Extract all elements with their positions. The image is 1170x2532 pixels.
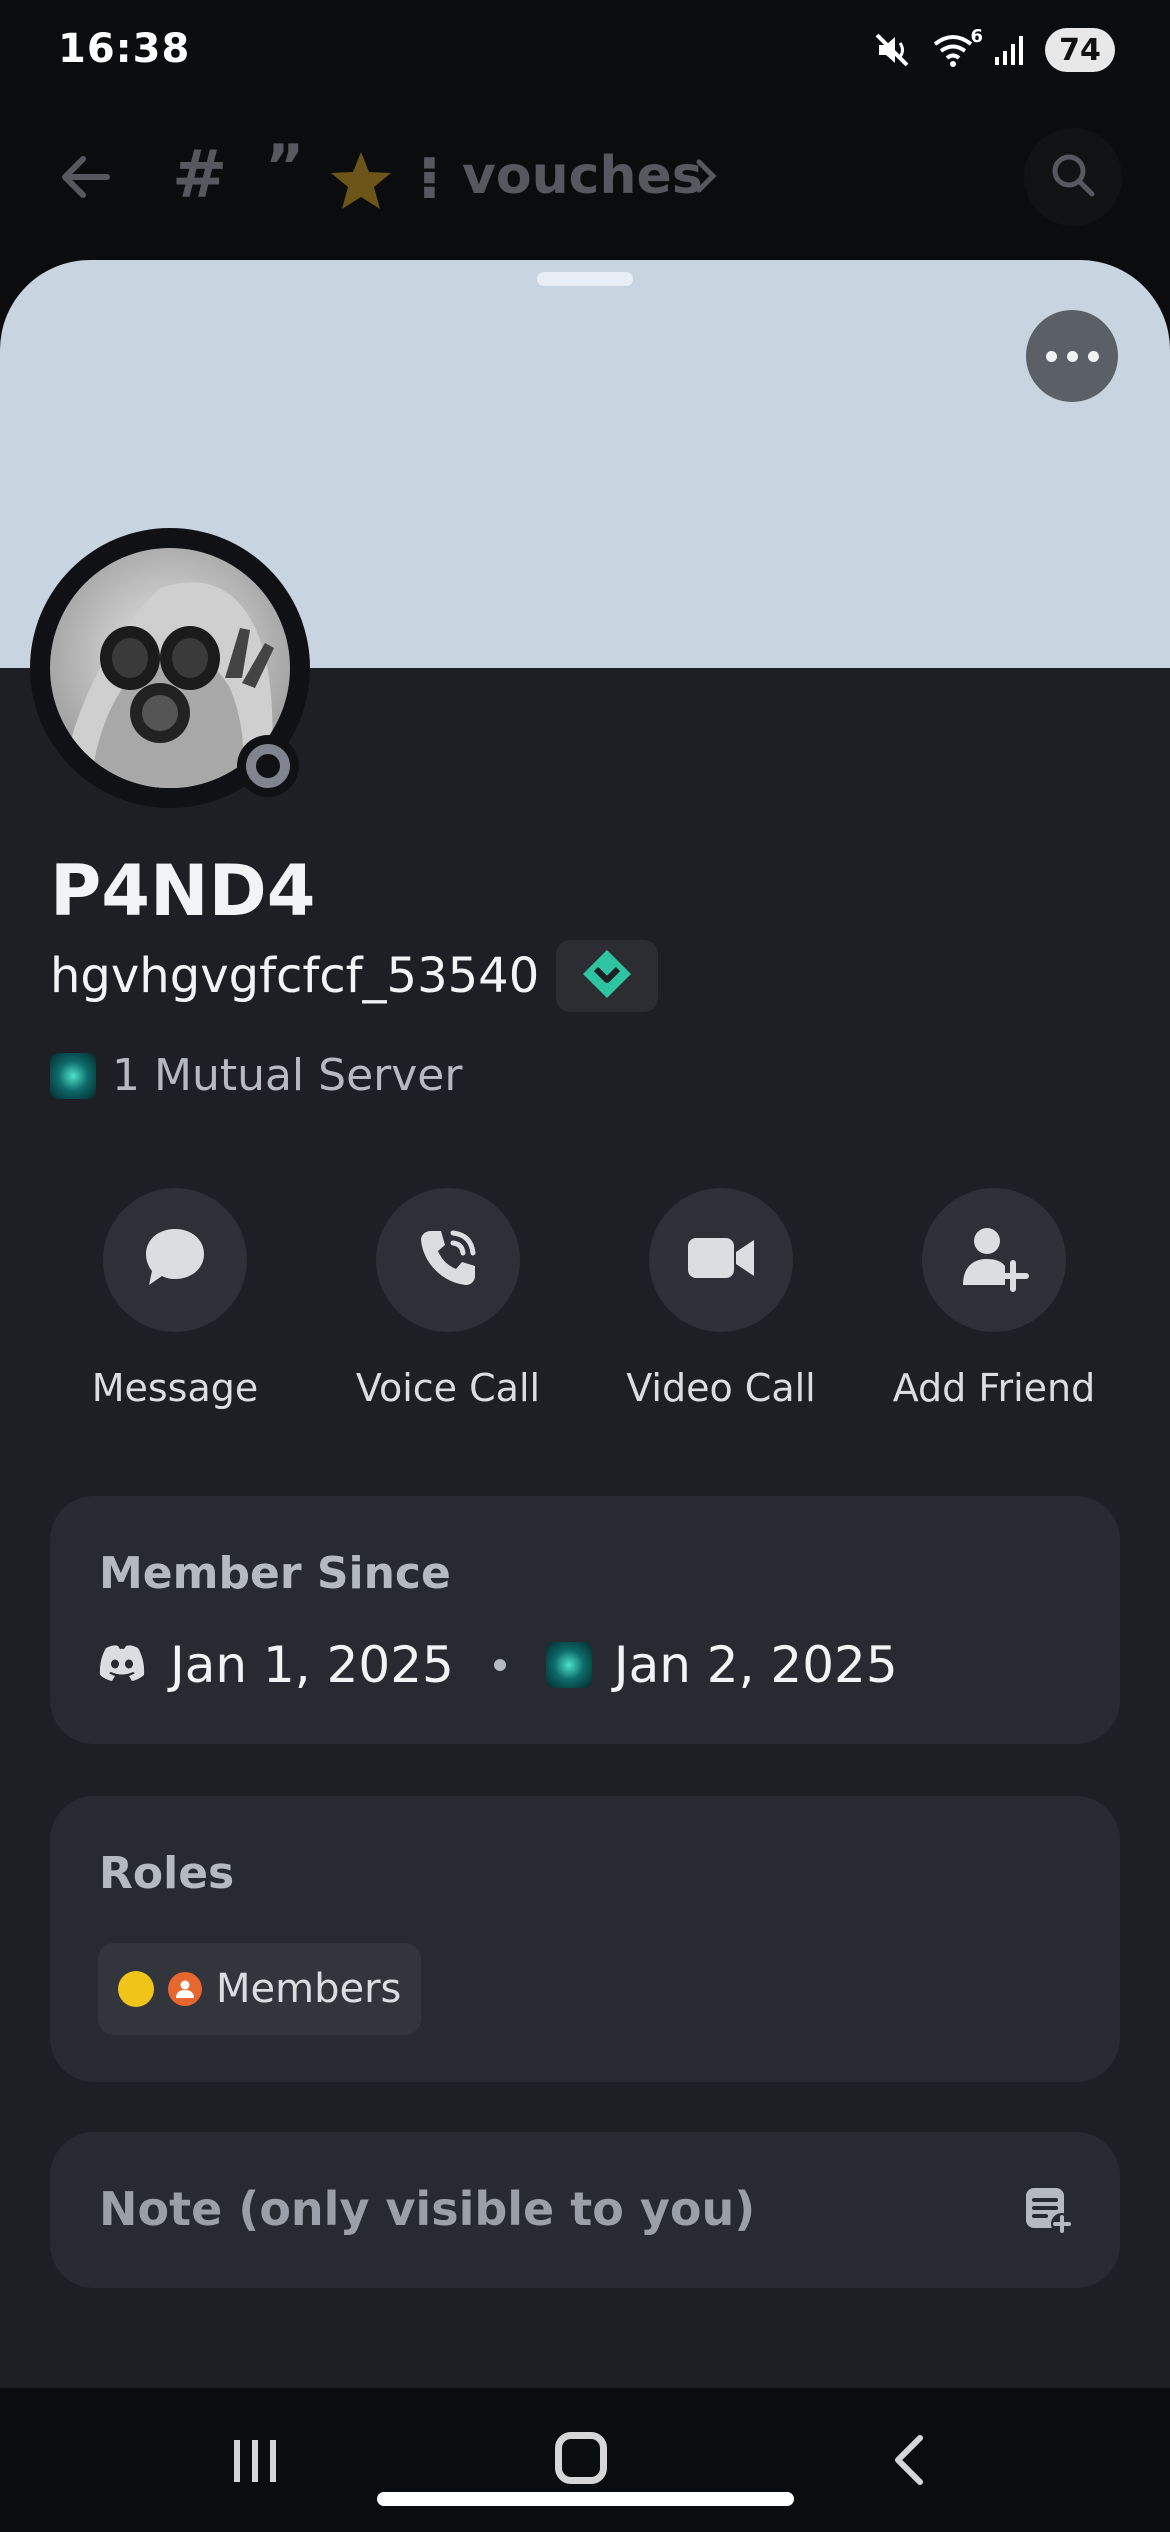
video-call-button-circle[interactable] [649,1188,793,1332]
add-friend-button-circle[interactable] [922,1188,1066,1332]
member-since-title: Member Since [99,1548,451,1599]
separator-dot [493,1659,506,1671]
search-button[interactable] [1024,128,1122,226]
search-icon [1048,150,1098,204]
profile-actions: Message Voice Call Video Call Add Friend [0,1188,1170,1410]
member-since-card: Member Since Jan 1, 2025 Jan 2, 2025 [50,1496,1120,1744]
username[interactable]: hgvhgvgfcfcf_53540 [50,948,539,1004]
add-friend-label: Add Friend [892,1366,1096,1410]
nav-back-icon[interactable] [888,2432,928,2492]
more-dots-icon [1045,350,1057,362]
screen: 16:38 6 74 # ” ⁝ vouches P4ND4 hgvhgvgfc… [0,0,1170,2532]
chat-bubble-icon [140,1223,210,1297]
more-dot [1087,350,1099,362]
channel-name[interactable]: vouches [462,146,703,206]
member-since-row: Jan 1, 2025 Jan 2, 2025 [98,1636,898,1694]
home-icon[interactable] [555,2432,607,2484]
recents-icon[interactable] [230,2436,280,2490]
channel-separator: ⁝ [418,143,441,213]
role-pill[interactable]: Members [98,1943,422,2035]
wifi-icon: 6 [931,26,983,68]
back-arrow-icon[interactable] [55,147,115,211]
signal-icon [993,33,1027,67]
video-call-label: Video Call [626,1366,816,1410]
more-options-button[interactable] [1026,310,1118,402]
profile-sheet: P4ND4 hgvhgvgfcfcf_53540 1 Mutual Server [0,260,1170,2388]
chevron-right-icon [693,156,719,200]
channel-hash: # [172,136,228,213]
mute-icon [873,30,913,70]
status-icons: 6 74 [873,26,1115,72]
hypesquad-badge-icon [580,947,634,1005]
profile-badge[interactable] [556,940,658,1012]
video-camera-icon [684,1228,758,1292]
network-type: 6 [970,26,983,47]
video-call-button[interactable]: Video Call [601,1188,841,1410]
note-card[interactable]: Note (only visible to you) [50,2132,1120,2288]
voice-call-button[interactable]: Voice Call [328,1188,568,1410]
add-note-icon[interactable] [1022,2184,1074,2240]
server-icon [545,1642,592,1688]
channel-header: # ” ⁝ vouches [0,110,1170,260]
status-bar: 16:38 6 74 [0,0,1170,110]
roles-card: Roles Members [50,1796,1120,2082]
more-dot [1066,350,1078,362]
message-button-circle[interactable] [103,1188,247,1332]
display-name: P4ND4 [50,850,316,932]
role-name: Members [216,1966,402,2012]
status-time: 16:38 [58,26,191,72]
star-icon [328,150,394,216]
role-member-icon [168,1972,202,2006]
discord-logo-icon [98,1644,146,1686]
role-color-dot [118,1971,154,2007]
server-icon [50,1052,96,1099]
status-indicator [237,735,299,797]
roles-title: Roles [99,1848,235,1899]
voice-call-label: Voice Call [355,1366,541,1410]
add-friend-button[interactable]: Add Friend [874,1188,1114,1410]
note-placeholder[interactable]: Note (only visible to you) [99,2182,755,2236]
mutual-servers[interactable]: 1 Mutual Server [50,1050,462,1101]
add-friend-icon [959,1223,1029,1297]
phone-call-icon [413,1223,483,1297]
message-label: Message [91,1366,259,1410]
system-nav-bar [0,2388,1170,2532]
voice-call-button-circle[interactable] [376,1188,520,1332]
avatar-frame [30,528,310,808]
home-indicator[interactable] [377,2492,794,2506]
server-join-date: Jan 2, 2025 [613,1636,898,1694]
offline-icon [246,744,290,788]
channel-quote: ” [265,132,305,202]
discord-join-date: Jan 1, 2025 [170,1636,454,1694]
battery-icon: 74 [1045,28,1115,72]
mutual-servers-label: 1 Mutual Server [112,1050,463,1101]
drag-handle[interactable] [537,272,633,286]
message-button[interactable]: Message [55,1188,295,1410]
